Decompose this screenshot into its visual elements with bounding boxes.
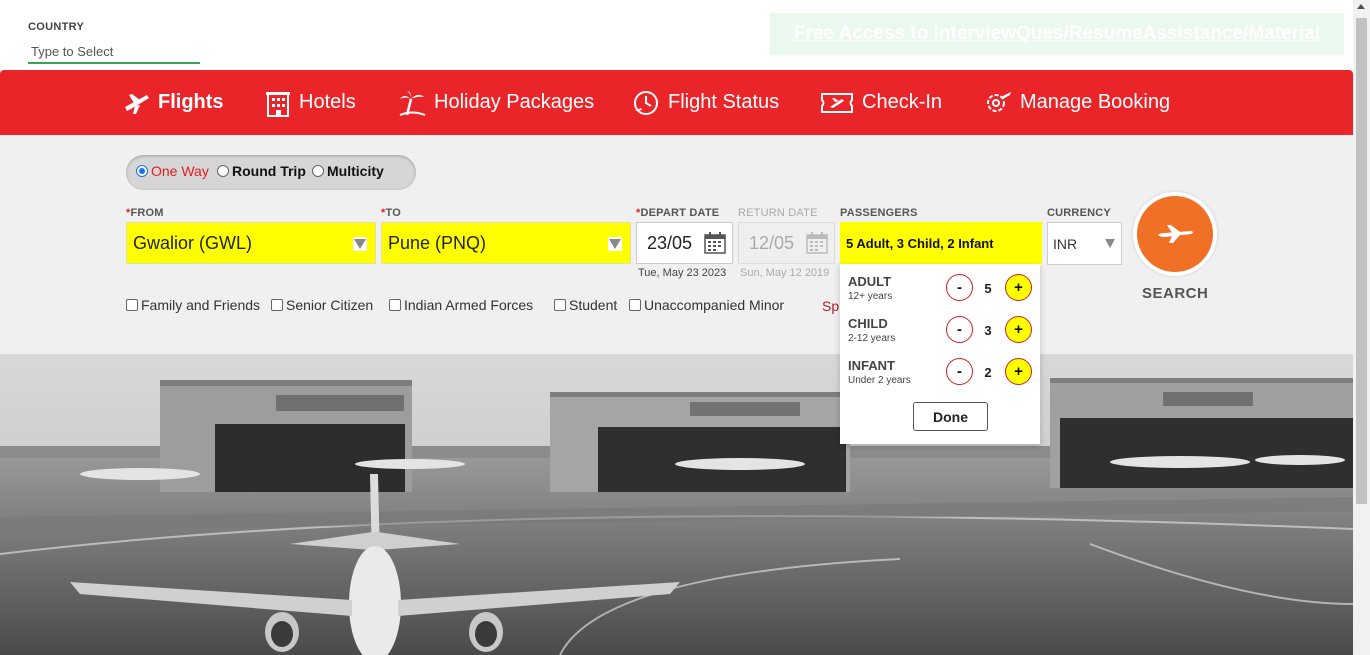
nav-check-in[interactable]: Check-In — [820, 70, 942, 135]
radio-icon — [217, 165, 229, 177]
nav-label: Check-In — [862, 91, 943, 113]
return-label: RETURN DATE — [738, 207, 818, 219]
trip-round-trip[interactable]: Round Trip — [217, 163, 306, 179]
nav-hotels[interactable]: Hotels — [265, 70, 356, 135]
checkbox[interactable] — [126, 299, 138, 311]
child-title: CHILD — [848, 316, 888, 331]
checkbox[interactable] — [389, 299, 401, 311]
option-label: Unaccompanied Minor — [644, 297, 785, 313]
infant-count: 2 — [984, 365, 992, 380]
palm-tree-icon — [399, 90, 426, 116]
trip-label: Multicity — [327, 163, 384, 179]
passengers-select[interactable]: 5 Adult, 3 Child, 2 Infant — [840, 222, 1042, 264]
option-label: Student — [569, 297, 618, 313]
country-label: COUNTRY — [28, 21, 85, 33]
plane-icon — [1158, 225, 1193, 243]
option-label: Senior Citizen — [286, 297, 374, 313]
dropdown-arrow-icon — [608, 237, 622, 251]
nav-label: Flight Status — [668, 91, 780, 113]
return-date-input[interactable]: 12/05 — [738, 222, 835, 264]
adult-title: ADULT — [848, 274, 892, 289]
nav-label: Hotels — [299, 91, 356, 113]
search-button[interactable] — [1133, 192, 1217, 276]
calendar-icon — [806, 232, 828, 254]
nav-flights[interactable]: Flights — [122, 70, 224, 135]
nav-label: Flights — [158, 91, 224, 113]
done-button[interactable]: Done — [913, 402, 988, 431]
radio-icon — [136, 165, 148, 177]
scrollbar[interactable] — [1353, 0, 1370, 655]
checkbox[interactable] — [629, 299, 641, 311]
infant-title: INFANT — [848, 358, 895, 373]
country-input[interactable] — [28, 40, 200, 64]
main-nav: Flights Hotels Holiday Packages Flight S… — [0, 70, 1353, 135]
from-select[interactable]: Gwalior (GWL) — [126, 222, 376, 264]
option-unaccompanied-minor[interactable]: Unaccompanied Minor — [629, 297, 784, 313]
child-subtitle: 2-12 years — [848, 333, 896, 344]
dropdown-arrow-icon — [1105, 239, 1115, 248]
search-label[interactable]: SEARCH — [1142, 285, 1208, 302]
passenger-popup: ADULT 12+ years - 5 + CHILD 2-12 years -… — [840, 264, 1040, 444]
radio-icon — [312, 165, 324, 177]
adult-subtitle: 12+ years — [848, 291, 893, 302]
return-full-date: Sun, May 12 2019 — [740, 267, 830, 279]
nav-flight-status[interactable]: Flight Status — [632, 70, 779, 135]
currency-select[interactable]: INR — [1047, 222, 1122, 265]
option-label: Indian Armed Forces — [404, 297, 534, 313]
nav-label: Manage Booking — [1020, 91, 1171, 113]
search-button-face — [1137, 196, 1213, 272]
option-senior-citizen[interactable]: Senior Citizen — [271, 297, 373, 313]
checkbox[interactable] — [271, 299, 283, 311]
depart-date-input[interactable]: 23/05 — [636, 222, 733, 264]
trip-multicity[interactable]: Multicity — [312, 163, 384, 179]
option-family-friends[interactable]: Family and Friends — [126, 297, 260, 313]
building-icon — [266, 91, 290, 117]
trip-one-way[interactable]: One Way — [136, 163, 209, 179]
hero-image — [0, 354, 1353, 655]
currency-label: CURRENCY — [1047, 207, 1111, 219]
adult-minus-button[interactable]: - — [946, 274, 973, 301]
airport-illustration — [0, 354, 1353, 655]
nav-manage-booking[interactable]: Manage Booking — [984, 70, 1170, 135]
child-minus-button[interactable]: - — [946, 316, 973, 343]
from-label: *FROM — [126, 207, 164, 219]
trip-label: Round Trip — [232, 163, 306, 179]
return-value: 12/05 — [749, 232, 795, 253]
nav-holiday-packages[interactable]: Holiday Packages — [398, 70, 594, 135]
gear-plane-icon — [987, 91, 1011, 112]
infant-minus-button[interactable]: - — [946, 358, 973, 385]
plane-icon — [125, 93, 149, 114]
option-armed-forces[interactable]: Indian Armed Forces — [389, 297, 533, 313]
promo-link[interactable]: Free Access to InterviewQues/ResumeAssis… — [794, 23, 1320, 45]
depart-full-date: Tue, May 23 2023 — [638, 267, 727, 279]
ticket-icon — [821, 92, 853, 113]
depart-label: *DEPART DATE — [636, 207, 720, 219]
to-label: *TO — [381, 207, 401, 219]
infant-subtitle: Under 2 years — [848, 375, 911, 386]
depart-value: 23/05 — [647, 232, 693, 253]
dropdown-arrow-icon — [353, 237, 367, 251]
currency-value: INR — [1053, 235, 1078, 252]
option-label: Family and Friends — [141, 297, 261, 313]
infant-plus-button[interactable]: + — [1005, 358, 1032, 385]
scroll-up-arrow-icon[interactable] — [1357, 4, 1365, 9]
child-count: 3 — [984, 323, 992, 338]
scroll-thumb[interactable] — [1356, 18, 1367, 504]
to-value: Pune (PNQ) — [388, 232, 487, 253]
trip-label: One Way — [151, 163, 209, 179]
passengers-label: PASSENGERS — [840, 207, 918, 219]
calendar-icon — [704, 232, 726, 254]
adult-count: 5 — [984, 281, 992, 296]
adult-plus-button[interactable]: + — [1005, 274, 1032, 301]
nav-label: Holiday Packages — [434, 91, 595, 113]
from-value: Gwalior (GWL) — [133, 232, 253, 253]
option-student[interactable]: Student — [554, 297, 617, 313]
clock-plane-icon — [634, 90, 658, 115]
child-plus-button[interactable]: + — [1005, 316, 1032, 343]
special-fares-link[interactable]: Sp — [822, 298, 839, 314]
promo-banner: Free Access to InterviewQues/ResumeAssis… — [770, 13, 1344, 55]
to-select[interactable]: Pune (PNQ) — [381, 222, 631, 264]
checkbox[interactable] — [554, 299, 566, 311]
